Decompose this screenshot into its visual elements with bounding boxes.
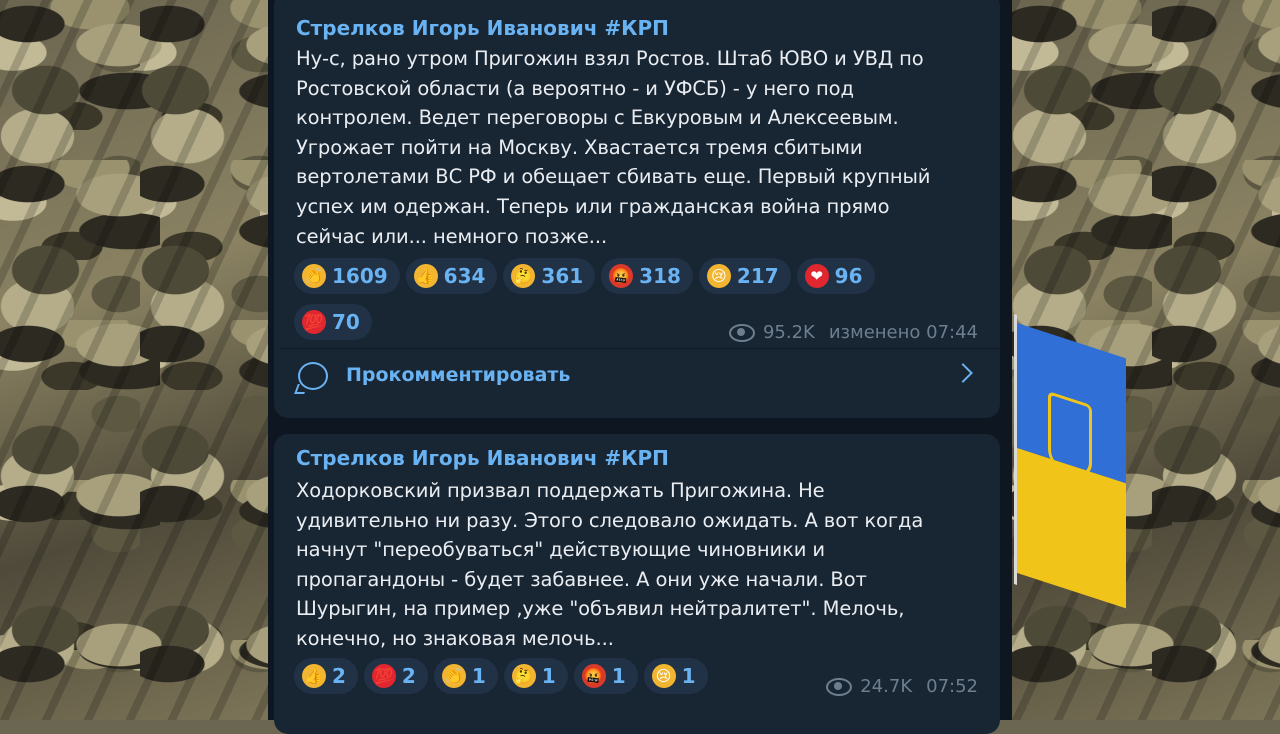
reaction-count: 361 <box>541 264 584 288</box>
reaction-count: 2 <box>401 664 416 688</box>
comment-button[interactable]: Прокомментировать <box>274 356 1000 402</box>
crying-face-emoji: 😢 <box>706 264 731 288</box>
reaction-count: 1 <box>471 664 486 688</box>
reaction-chip[interactable]: ❤ 96 <box>796 258 875 294</box>
reaction-count: 217 <box>736 264 779 288</box>
reaction-count: 70 <box>332 310 360 334</box>
reaction-count: 634 <box>443 264 486 288</box>
heart-emoji: ❤ <box>804 264 829 288</box>
reaction-chip[interactable]: 😢 1 <box>643 658 708 694</box>
comment-bubble-icon <box>298 362 328 390</box>
thinking-face-emoji: 🤔 <box>511 264 536 288</box>
reaction-chip[interactable]: 🤬 1 <box>573 658 638 694</box>
flag-pole <box>1014 314 1017 585</box>
channel-post: Стрелков Игорь Иванович #КРП Ну-с, рано … <box>274 0 1000 418</box>
thumbs-up-emoji: 👍 <box>413 264 438 288</box>
reaction-count: 1 <box>611 664 626 688</box>
post-text: Ходорковский призвал поддержать Пригожин… <box>296 479 924 650</box>
reaction-chip[interactable]: 🤔 361 <box>503 258 596 294</box>
reaction-chip[interactable]: 🤔 1 <box>503 658 568 694</box>
edited-timestamp: изменено 07:44 <box>828 322 978 343</box>
hundred-points-emoji: 💯 <box>371 664 396 688</box>
ukraine-flag-image <box>1014 314 1126 609</box>
views-eye-icon <box>826 677 853 696</box>
post-meta: 95.2K изменено 07:44 <box>728 322 978 343</box>
reaction-count: 1609 <box>332 264 388 288</box>
views-eye-icon <box>728 323 755 342</box>
reaction-count: 318 <box>639 264 681 288</box>
divider <box>280 348 1000 349</box>
view-count: 24.7K <box>860 676 913 697</box>
reaction-count: 1 <box>541 664 556 688</box>
chevron-right-icon <box>953 363 973 383</box>
thinking-face-emoji: 🤔 <box>511 664 536 688</box>
reaction-chip[interactable]: 💯 70 <box>294 304 372 340</box>
reaction-chip[interactable]: 🤬 318 <box>601 258 693 294</box>
crying-face-emoji: 😢 <box>651 664 676 688</box>
angry-face-emoji: 🤬 <box>581 664 606 688</box>
reaction-chip[interactable]: 👍 634 <box>405 258 498 294</box>
clap-emoji: 👏 <box>441 664 466 688</box>
reaction-chip[interactable]: 👏 1609 <box>294 258 400 294</box>
post-author[interactable]: Стрелков Игорь Иванович #КРП <box>296 446 669 470</box>
reaction-count: 1 <box>681 664 696 688</box>
reaction-chip[interactable]: 👏 1 <box>433 658 498 694</box>
reaction-count: 2 <box>332 664 346 688</box>
clap-emoji: 👏 <box>302 264 326 288</box>
post-text: Ну-с, рано утром Пригожин взял Ростов. Ш… <box>296 47 931 248</box>
channel-feed[interactable]: Стрелков Игорь Иванович #КРП Ну-с, рано … <box>268 0 1012 734</box>
post-author[interactable]: Стрелков Игорь Иванович #КРП <box>296 16 669 40</box>
channel-post: Стрелков Игорь Иванович #КРП Ходорковски… <box>274 434 1000 734</box>
reaction-count: 96 <box>834 264 863 288</box>
comment-label: Прокомментировать <box>346 364 571 386</box>
camouflage-background-left <box>0 0 268 720</box>
post-meta: 24.7K 07:52 <box>826 676 978 697</box>
post-timestamp: 07:52 <box>926 676 978 697</box>
reaction-chip[interactable]: 😢 217 <box>698 258 791 294</box>
reaction-chip[interactable]: 👍 2 <box>294 658 358 694</box>
hundred-points-emoji: 💯 <box>302 310 326 334</box>
reaction-chip[interactable]: 💯 2 <box>363 658 428 694</box>
thumbs-up-emoji: 👍 <box>302 664 326 688</box>
angry-face-emoji: 🤬 <box>609 264 634 288</box>
view-count: 95.2K <box>762 322 815 343</box>
